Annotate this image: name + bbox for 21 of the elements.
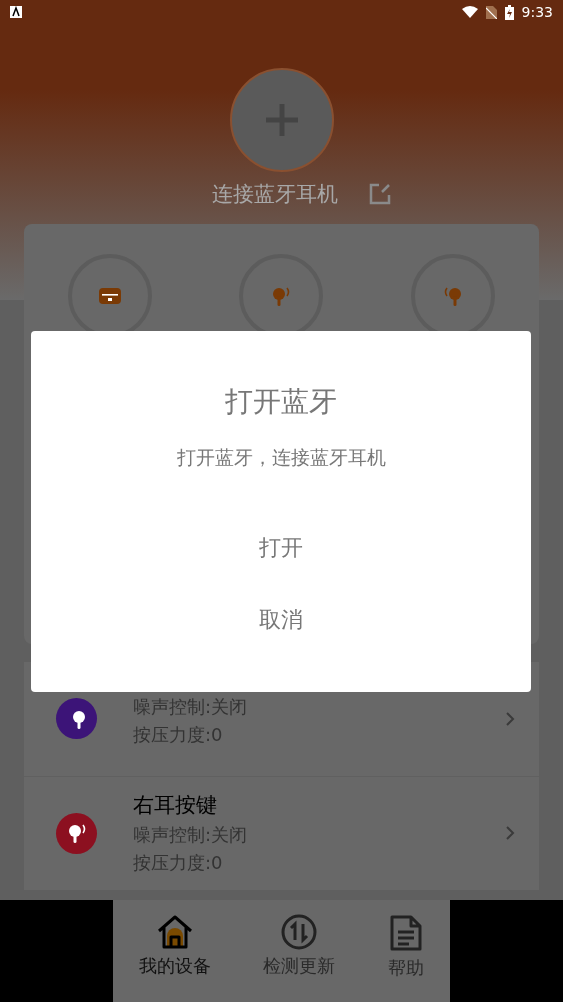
dialog-button[interactable]: 取消	[229, 595, 333, 645]
row-title: 右耳按键	[133, 792, 218, 820]
wifi-icon	[461, 6, 478, 18]
dialog-message: 打开蓝牙，连接蓝牙耳机	[176, 445, 386, 470]
up-down-arrows-icon	[280, 914, 319, 950]
battery-charging-icon	[504, 4, 514, 20]
dialog-button[interactable]: 打开	[229, 523, 333, 573]
edit-icon[interactable]	[367, 182, 392, 206]
dialog-title: 打开蓝牙	[225, 384, 337, 420]
nav-tab[interactable]: 检测更新	[263, 914, 336, 978]
notification-icon	[10, 6, 22, 18]
chevron-icon	[505, 710, 515, 727]
chevron-icon	[505, 825, 515, 842]
earbud-case-icon	[97, 286, 122, 306]
document-icon	[388, 914, 423, 952]
connect-label: 连接蓝牙耳机	[211, 181, 338, 208]
nav-tab[interactable]: 我的设备	[139, 914, 212, 978]
no-sim-icon	[485, 5, 497, 19]
home-icon	[156, 914, 195, 950]
nav-tab[interactable]: 帮助	[387, 914, 424, 980]
status-time: 9:33	[521, 4, 553, 20]
